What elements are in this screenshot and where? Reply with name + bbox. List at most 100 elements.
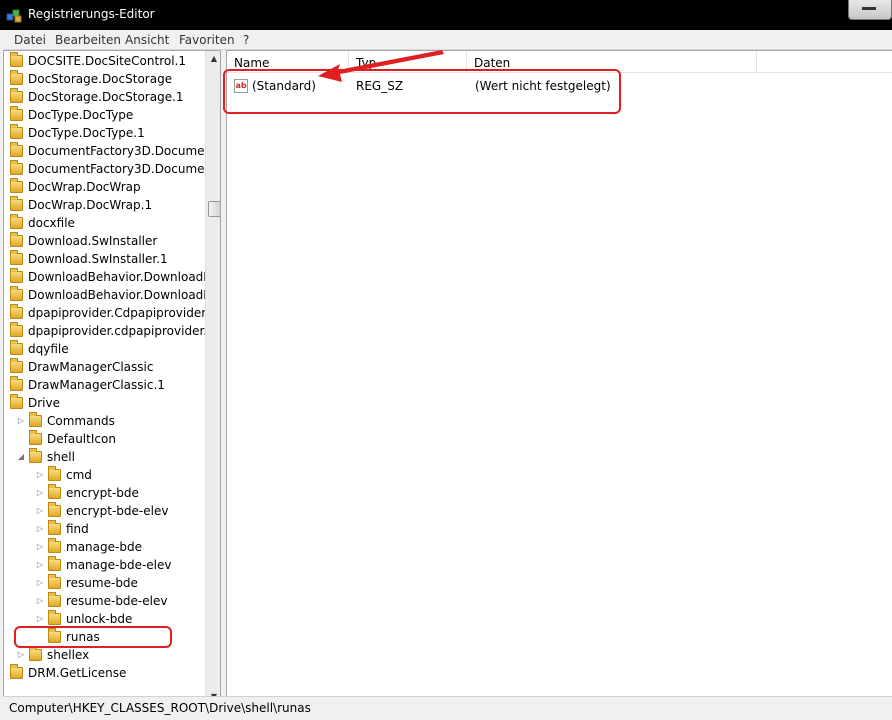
annotation-arrow-icon <box>318 50 444 82</box>
expand-icon[interactable]: ▷ <box>35 520 45 538</box>
status-path: Computer\HKEY_CLASSES_ROOT\Drive\shell\r… <box>9 701 311 715</box>
window-title: Registrierungs-Editor <box>28 7 155 21</box>
scroll-up-icon[interactable]: ▲ <box>206 51 220 67</box>
tree-item-label: DocStorage.DocStorage.1 <box>28 90 184 104</box>
tree-item[interactable]: DrawManagerClassic.1 <box>4 376 204 394</box>
tree-item[interactable]: DocType.DocType.1 <box>4 124 204 142</box>
folder-icon <box>10 664 23 679</box>
tree-item[interactable]: DocumentFactory3D.DocumentFa <box>4 160 220 178</box>
tree-item-label: DownloadBehavior.DownloadBeh <box>28 270 221 284</box>
folder-icon <box>29 412 42 427</box>
tree-item-label: dpapiprovider.Cdpapiprovider <box>28 306 207 320</box>
folder-icon <box>10 124 23 139</box>
tree-item[interactable]: ▷ Commands <box>4 412 204 430</box>
tree-item[interactable]: ▷ resume-bde <box>4 574 204 592</box>
tree-item[interactable]: ◢ shell <box>4 448 204 466</box>
folder-icon <box>48 556 61 571</box>
expand-icon[interactable]: ▷ <box>35 538 45 556</box>
tree-item[interactable]: DRM.GetLicense <box>4 664 204 682</box>
tree-item-label: DrawManagerClassic <box>28 360 154 374</box>
tree-item-label: DownloadBehavior.DownloadBeh <box>28 288 221 302</box>
folder-icon <box>10 322 23 337</box>
tree-item[interactable]: dqyfile <box>4 340 204 358</box>
folder-icon <box>10 70 23 85</box>
expand-icon[interactable]: ▷ <box>35 556 45 574</box>
tree-item-label: encrypt-bde-elev <box>66 504 169 518</box>
menu-datei[interactable]: Datei <box>14 33 46 47</box>
tree-item-label: dqyfile <box>28 342 69 356</box>
values-list[interactable]: Name Typ Daten ab (Standard) REG_SZ (Wer… <box>226 50 892 706</box>
tree-item-label: resume-bde-elev <box>66 594 168 608</box>
tree-item[interactable]: DocStorage.DocStorage.1 <box>4 88 204 106</box>
expand-icon[interactable]: ▷ <box>35 574 45 592</box>
tree-item-label: shell <box>47 450 75 464</box>
menu-favoriten[interactable]: Favoriten <box>179 33 235 47</box>
tree-item[interactable]: DocStorage.DocStorage <box>4 70 204 88</box>
tree-item[interactable]: ▷ encrypt-bde <box>4 484 204 502</box>
registry-editor-icon <box>6 9 22 23</box>
tree-item[interactable]: dpapiprovider.Cdpapiprovider <box>4 304 207 322</box>
expand-icon[interactable]: ▷ <box>35 592 45 610</box>
folder-icon <box>48 574 61 589</box>
menu-bar: Datei Bearbeiten Ansicht Favoriten ? <box>3 30 892 50</box>
tree-item[interactable]: DocumentFactory3D.DocumentFa <box>4 142 220 160</box>
tree-scrollbar[interactable]: ▲ ▼ <box>205 51 220 705</box>
scroll-thumb[interactable] <box>208 201 220 217</box>
tree-item-label: DocumentFactory3D.DocumentFa <box>28 144 221 158</box>
folder-icon <box>10 196 23 211</box>
tree-item-label: DrawManagerClassic.1 <box>28 378 165 392</box>
tree-item-label: DocType.DocType <box>28 108 134 122</box>
window-frame: Datei Bearbeiten Ansicht Favoriten ? DOC… <box>0 30 892 720</box>
tree-item[interactable]: DocType.DocType <box>4 106 204 124</box>
folder-icon <box>48 502 61 517</box>
tree-item[interactable]: ▷ find <box>4 520 204 538</box>
tree-item-label: DOCSITE.DocSiteControl.1 <box>28 54 186 68</box>
tree-item[interactable]: ▷ manage-bde <box>4 538 204 556</box>
tree-item[interactable]: ▷ encrypt-bde-elev <box>4 502 204 520</box>
tree-item[interactable]: DOCSITE.DocSiteControl.1 <box>4 52 204 70</box>
tree-item-label: DocumentFactory3D.DocumentFa <box>28 162 221 176</box>
runas-highlight <box>14 626 172 648</box>
tree-item[interactable]: ▷ cmd <box>4 466 204 484</box>
tree-item-label: DRM.GetLicense <box>28 666 127 680</box>
tree-item[interactable]: dpapiprovider.cdpapiprovider.1 <box>4 322 215 340</box>
tree-item[interactable]: DrawManagerClassic <box>4 358 204 376</box>
tree-item-label: DefaultIcon <box>47 432 116 446</box>
key-tree[interactable]: DOCSITE.DocSiteControl.1 DocStorage.DocSt… <box>3 50 221 706</box>
tree-item-label: DocType.DocType.1 <box>28 126 145 140</box>
folder-icon <box>48 592 61 607</box>
folder-icon <box>48 610 61 625</box>
folder-icon <box>10 142 23 157</box>
folder-icon <box>10 268 23 283</box>
folder-icon <box>10 250 23 265</box>
tree-item-label: Download.SwInstaller.1 <box>28 252 168 266</box>
tree-item-label: cmd <box>66 468 92 482</box>
folder-icon <box>10 106 23 121</box>
tree-item[interactable]: ▷ manage-bde-elev <box>4 556 204 574</box>
tree-item[interactable]: ▷ resume-bde-elev <box>4 592 204 610</box>
minimize-button[interactable] <box>848 0 892 20</box>
tree-item[interactable]: DocWrap.DocWrap <box>4 178 204 196</box>
expand-icon[interactable]: ▷ <box>35 466 45 484</box>
expand-icon[interactable]: ▷ <box>16 412 26 430</box>
folder-icon <box>10 52 23 67</box>
tree-item[interactable]: DownloadBehavior.DownloadBeh <box>4 286 220 304</box>
expand-icon[interactable]: ▷ <box>35 484 45 502</box>
expand-icon[interactable]: ▷ <box>16 646 26 664</box>
tree-item[interactable]: Drive <box>4 394 204 412</box>
tree-item[interactable]: Download.SwInstaller <box>4 232 204 250</box>
menu-help[interactable]: ? <box>243 33 249 47</box>
tree-item[interactable]: DownloadBehavior.DownloadBeh <box>4 268 220 286</box>
tree-item[interactable]: ▷ shellex <box>4 646 204 664</box>
tree-item-label: Drive <box>28 396 60 410</box>
tree-item-label: manage-bde-elev <box>66 558 172 572</box>
folder-icon <box>29 430 42 445</box>
menu-bearbeiten[interactable]: Bearbeiten <box>55 33 121 47</box>
tree-item[interactable]: Download.SwInstaller.1 <box>4 250 204 268</box>
collapse-icon[interactable]: ◢ <box>16 448 26 466</box>
expand-icon[interactable]: ▷ <box>35 502 45 520</box>
tree-item[interactable]: DefaultIcon <box>4 430 204 448</box>
tree-item[interactable]: DocWrap.DocWrap.1 <box>4 196 204 214</box>
menu-ansicht[interactable]: Ansicht <box>125 33 169 47</box>
tree-item[interactable]: docxfile <box>4 214 204 232</box>
